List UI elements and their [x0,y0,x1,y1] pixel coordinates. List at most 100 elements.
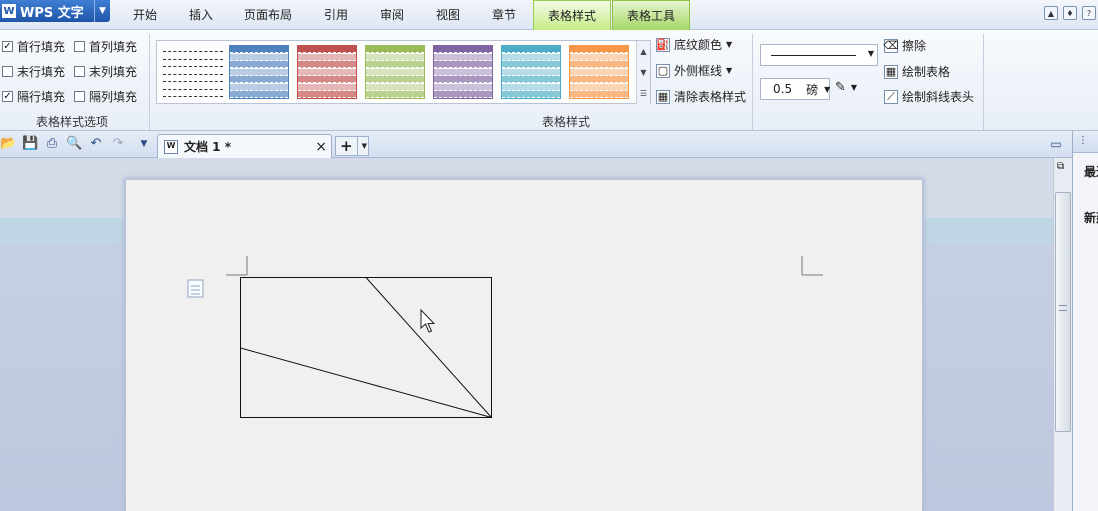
skin-icon[interactable]: ♦ [1063,6,1077,20]
page-view-icon[interactable]: ⧉ [1057,161,1064,172]
grip-icon[interactable]: ⋮ [1078,135,1088,146]
draw-table-label: 绘制表格 [902,65,951,79]
checkbox-last-column[interactable]: 末列填充 [74,63,137,80]
gallery-more-icon[interactable]: ☰ [636,83,650,104]
table-style-row [434,46,492,53]
table-style-row [366,46,424,53]
table-style-row [298,46,356,53]
tab-home[interactable]: 开始 [124,0,166,30]
vertical-scrollbar[interactable]: ⧉ [1053,158,1072,511]
table-style-row [298,83,356,91]
redo-icon[interactable]: ↷ [110,136,126,152]
shading-color-button[interactable]: ⛽ 底纹颜色 ▼ [656,36,732,53]
print-preview-icon[interactable]: 🔍 [66,136,82,152]
checkbox-unchecked-icon [74,66,85,77]
table-style-row [502,61,560,68]
menu-bar: W WPS 文字 ▼ 开始 插入 页面布局 引用 审阅 视图 章节 表格样式 表… [0,0,1098,30]
line-weight-select[interactable]: 0.5 磅 ▼ [760,78,830,100]
paragraph-marker-icon [187,279,204,298]
scrollbar-thumb[interactable] [1055,192,1071,432]
gallery-scroll-down-icon[interactable]: ▼ [636,62,650,83]
table-style-row [163,68,223,75]
line-style-select[interactable]: ▼ [760,44,878,66]
page-canvas [187,256,823,418]
table-style-thumbnail[interactable] [433,45,493,99]
gallery-scroll-up-icon[interactable]: ▲ [636,41,650,62]
tab-review[interactable]: 审阅 [371,0,413,30]
pen-color-button[interactable]: ✎ ▼ [835,80,857,95]
table-style-thumbnail[interactable] [163,45,223,99]
line-weight-unit: 磅 [806,82,819,97]
clear-table-style-label: 清除表格样式 [674,90,747,104]
checkbox-banded-rows[interactable]: ✓ 隔行填充 [2,88,65,105]
table-style-row [230,91,288,98]
chevron-down-icon[interactable]: ▼ [356,137,367,155]
checkbox-label: 隔行填充 [17,90,66,104]
wps-logo-icon: W [2,4,16,18]
tab-table-tools[interactable]: 表格工具 [612,0,690,30]
table-style-thumbnail[interactable] [569,45,629,99]
pen-color-icon: ✎ [835,80,846,95]
checkbox-banded-columns[interactable]: 隔列填充 [74,88,137,105]
ribbon: ✓ 首行填充 首列填充 末行填充 末列填充 ✓ 隔行填充 隔列填充 表格样式选项… [0,30,1098,131]
draw-table-button[interactable]: ▦ 绘制表格 [884,63,950,80]
new-tab-button[interactable]: + ▼ [335,136,369,156]
table-style-row [570,83,628,91]
close-tab-icon[interactable]: × [315,139,327,155]
erase-label: 擦除 [902,39,927,53]
open-folder-icon[interactable]: 📂 [0,136,16,152]
chevron-down-icon: ▼ [726,40,733,49]
tab-insert[interactable]: 插入 [180,0,222,30]
table-style-thumbnail[interactable] [297,45,357,99]
save-icon[interactable]: 💾 [22,136,38,152]
erase-button[interactable]: ⌫ 擦除 [883,37,927,54]
tab-references[interactable]: 引用 [315,0,357,30]
chevron-down-icon: ▼ [850,83,858,92]
tab-page-layout[interactable]: 页面布局 [238,0,298,30]
table-style-row [366,83,424,91]
help-icon[interactable]: ? [1082,6,1096,20]
margin-corner-top-left [226,256,248,276]
table-style-row [163,53,223,60]
tab-table-style[interactable]: 表格样式 [533,0,611,30]
collapse-ribbon-icon[interactable]: ▲ [1044,6,1058,20]
checkbox-first-column[interactable]: 首列填充 [74,38,137,55]
checkbox-first-row[interactable]: ✓ 首行填充 [2,38,65,55]
table-style-row [502,76,560,83]
checkbox-checked-icon: ✓ [2,91,13,102]
table-style-row [502,91,560,98]
table-style-row [434,76,492,83]
draw-diagonal-header-button[interactable]: ⟋ 绘制斜线表头 [884,88,974,105]
clear-table-style-button[interactable]: ▦ 清除表格样式 [656,88,746,105]
outside-border-button[interactable]: ▢ 外侧框线 ▼ [656,62,732,79]
tab-section[interactable]: 章节 [483,0,525,30]
shading-color-label: 底纹颜色 [674,38,723,52]
checkbox-label: 末行填充 [17,65,66,79]
table-style-row [366,61,424,68]
task-pane-recent[interactable]: 最近 [1084,163,1098,180]
document-tab[interactable]: W 文档 1 * × [157,134,332,158]
table-style-thumbnail[interactable] [365,45,425,99]
restore-window-icon[interactable]: ▭ [1048,136,1064,152]
tab-view[interactable]: 视图 [427,0,469,30]
document-page[interactable] [126,180,922,511]
chevron-down-icon[interactable]: ▼ [94,0,110,22]
table-style-row [298,76,356,83]
print-icon[interactable]: ⎙ [44,136,60,152]
app-menu-button[interactable]: W WPS 文字 ▼ [0,0,110,22]
task-pane-new[interactable]: 新建 [1084,209,1098,226]
table-style-gallery: ▲ ▼ ☰ [156,40,651,104]
undo-icon[interactable]: ↶ [88,136,104,152]
checkbox-label: 末列填充 [89,65,138,79]
customize-toolbar-icon[interactable]: ▼ [136,136,152,152]
table-style-row [163,83,223,90]
grip-icon [1059,305,1067,311]
table-style-row [502,53,560,61]
table-style-row [570,68,628,76]
table-style-thumbnail[interactable] [229,45,289,99]
table-style-row [434,61,492,68]
table-style-row [570,61,628,68]
checkbox-last-row[interactable]: 末行填充 [2,63,65,80]
document-area [0,158,1053,511]
table-style-thumbnail[interactable] [501,45,561,99]
